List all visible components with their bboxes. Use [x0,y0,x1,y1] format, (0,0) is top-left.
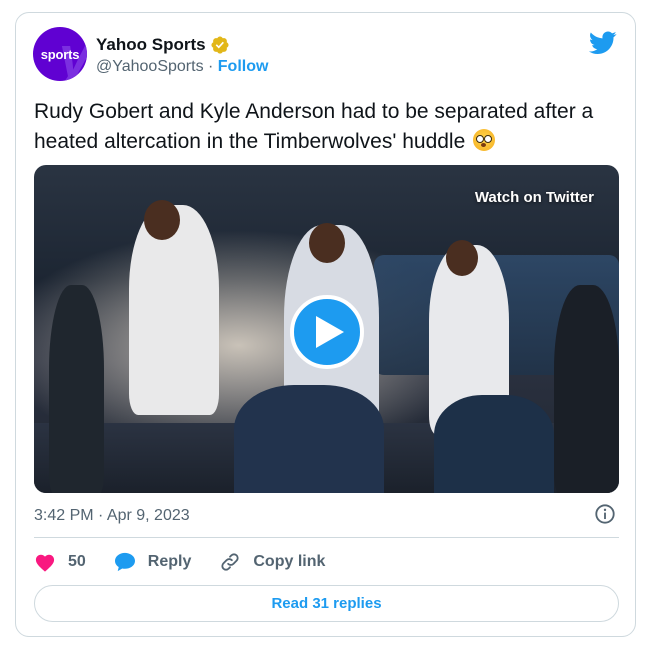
reply-label: Reply [147,553,192,570]
copy-link-label: Copy link [253,553,326,570]
avatar-text: sports [40,46,80,62]
action-bar: 50 Reply Copy link [34,547,353,577]
player-figure [49,285,104,493]
player-figure [129,205,219,415]
divider [34,537,619,538]
player-head [309,223,345,263]
flushed-face-emoji [473,129,496,151]
speech-bubble-icon [114,552,135,572]
follow-button[interactable]: Follow [218,58,269,75]
author-avatar[interactable]: y sports [33,27,87,81]
player-figure [234,385,384,493]
handle-separator: · [203,58,218,75]
like-button[interactable]: 50 [34,552,86,572]
tweet-card: y sports Yahoo Sports @YahooSports · Fol… [15,12,636,637]
tweet-body: Rudy Gobert and Kyle Anderson had to be … [34,100,594,153]
player-head [446,240,478,276]
link-icon [221,553,239,571]
twitter-bird-icon[interactable] [589,31,617,55]
reply-button[interactable]: Reply [114,552,192,572]
play-icon [316,316,344,348]
copy-link-button[interactable]: Copy link [219,551,325,573]
player-figure [554,285,619,493]
author-handle[interactable]: @YahooSports [96,58,204,75]
video-player[interactable]: Watch on Twitter [34,165,619,493]
heart-icon [35,554,55,572]
handle-row: @YahooSports · Follow [96,58,268,76]
tweet-text: Rudy Gobert and Kyle Anderson had to be … [34,97,624,157]
player-head [144,200,180,240]
info-icon[interactable] [594,503,616,525]
author-name[interactable]: Yahoo Sports [96,35,206,55]
tweet-timestamp[interactable]: 3:42 PM · Apr 9, 2023 [34,507,190,525]
watch-on-twitter-link[interactable]: Watch on Twitter [475,189,594,206]
like-count: 50 [68,553,86,570]
player-figure [434,395,554,493]
play-button[interactable] [290,295,364,369]
verified-badge-icon [211,36,229,54]
author-name-row[interactable]: Yahoo Sports [96,35,230,55]
read-replies-button[interactable]: Read 31 replies [34,585,619,622]
